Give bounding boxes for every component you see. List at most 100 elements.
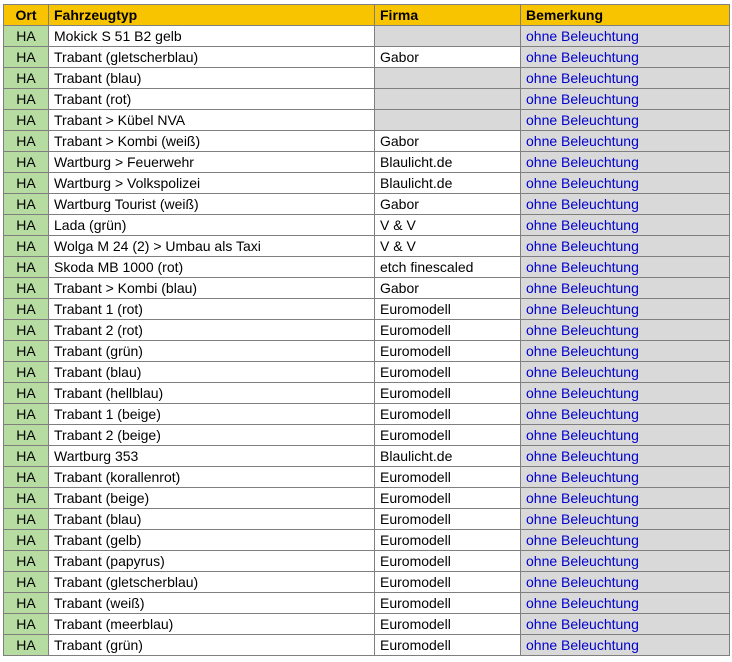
table-row: HA Trabant 2 (beige) Euromodell ohne Beleuc…	[3, 424, 730, 446]
table-row: HA Trabant (blau) Euromodell ohne Beleuchtu…	[3, 508, 730, 530]
cell-fahrzeugtyp: Trabant (korallenrot)	[48, 466, 375, 488]
cell-firma	[374, 67, 521, 89]
cell-fahrzeugtyp: Trabant 2 (beige)	[48, 424, 375, 446]
cell-fahrzeugtyp: Wartburg > Volkspolizei	[48, 172, 375, 194]
cell-bemerkung: ohne Beleuchtung	[520, 508, 730, 530]
cell-ort: HA	[3, 634, 49, 656]
cell-ort: HA	[3, 613, 49, 635]
cell-bemerkung: ohne Beleuchtung	[520, 592, 730, 614]
cell-fahrzeugtyp: Trabant (weiß)	[48, 592, 375, 614]
cell-fahrzeugtyp: Trabant (gelb)	[48, 529, 375, 551]
cell-firma: Euromodell	[374, 382, 521, 404]
cell-fahrzeugtyp: Wartburg > Feuerwehr	[48, 151, 375, 173]
cell-bemerkung: ohne Beleuchtung	[520, 256, 730, 278]
cell-fahrzeugtyp: Trabant 1 (beige)	[48, 403, 375, 425]
cell-fahrzeugtyp: Wartburg 353	[48, 445, 375, 467]
cell-fahrzeugtyp: Trabant (hellblau)	[48, 382, 375, 404]
cell-firma: Euromodell	[374, 571, 521, 593]
cell-ort: HA	[3, 466, 49, 488]
cell-firma: Euromodell	[374, 466, 521, 488]
cell-ort: HA	[3, 403, 49, 425]
header-row: Ort Fahrzeugtyp Firma Bemerkung	[3, 4, 730, 26]
cell-ort: HA	[3, 151, 49, 173]
table-row: HA Trabant (grün) Euromodell ohne Beleuchtu…	[3, 634, 730, 656]
cell-fahrzeugtyp: Trabant (grün)	[48, 634, 375, 656]
table-row: HA Wartburg Tourist (weiß) Gabor ohne Beleu…	[3, 193, 730, 215]
cell-bemerkung: ohne Beleuchtung	[520, 613, 730, 635]
cell-ort: HA	[3, 508, 49, 530]
cell-firma: Euromodell	[374, 298, 521, 320]
cell-firma: Euromodell	[374, 403, 521, 425]
table-row: HA Trabant (hellblau) Euromodell ohne Beleu…	[3, 382, 730, 404]
table-row: HA Trabant (meerblau) Euromodell ohne Beleu…	[3, 613, 730, 635]
header-firma: Firma	[374, 4, 521, 26]
cell-ort: HA	[3, 529, 49, 551]
cell-ort: HA	[3, 235, 49, 257]
cell-fahrzeugtyp: Trabant (gletscherblau)	[48, 571, 375, 593]
cell-bemerkung: ohne Beleuchtung	[520, 67, 730, 89]
cell-ort: HA	[3, 361, 49, 383]
table-row: HA Lada (grün) V & Vohne Beleuchtung	[3, 214, 730, 236]
cell-firma: Euromodell	[374, 487, 521, 509]
cell-firma: V & V	[374, 214, 521, 236]
cell-ort: HA	[3, 550, 49, 572]
cell-firma: Blaulicht.de	[374, 151, 521, 173]
cell-ort: HA	[3, 109, 49, 131]
cell-firma: Blaulicht.de	[374, 172, 521, 194]
table-header: Ort Fahrzeugtyp Firma Bemerkung	[3, 4, 730, 26]
cell-bemerkung: ohne Beleuchtung	[520, 403, 730, 425]
table-row: HA Trabant (grün) Euromodell ohne Beleuchtu…	[3, 340, 730, 362]
cell-bemerkung: ohne Beleuchtung	[520, 487, 730, 509]
cell-firma: Gabor	[374, 193, 521, 215]
cell-firma: Euromodell	[374, 319, 521, 341]
cell-ort: HA	[3, 340, 49, 362]
table-row: HA Trabant 1 (beige) Euromodell ohne Beleuc…	[3, 403, 730, 425]
cell-ort: HA	[3, 88, 49, 110]
cell-ort: HA	[3, 424, 49, 446]
cell-bemerkung: ohne Beleuchtung	[520, 361, 730, 383]
table-row: HA Trabant (korallenrot) Euromodell ohne Be…	[3, 466, 730, 488]
cell-bemerkung: ohne Beleuchtung	[520, 214, 730, 236]
table-row: HA Skoda MB 1000 (rot) etch finescaled ohne…	[3, 256, 730, 278]
table-row: HA Wolga M 24 (2) > Umbau als Taxi V & Voh…	[3, 235, 730, 257]
cell-bemerkung: ohne Beleuchtung	[520, 634, 730, 656]
cell-fahrzeugtyp: Trabant > Kombi (blau)	[48, 277, 375, 299]
cell-ort: HA	[3, 193, 49, 215]
table-row: HA Mokick S 51 B2 gelb ohne Beleuchtung	[3, 25, 730, 47]
cell-fahrzeugtyp: Trabant 1 (rot)	[48, 298, 375, 320]
cell-firma: Gabor	[374, 46, 521, 68]
table-row: HA Trabant (blau) Euromodell ohne Beleuchtu…	[3, 361, 730, 383]
cell-bemerkung: ohne Beleuchtung	[520, 235, 730, 257]
cell-bemerkung: ohne Beleuchtung	[520, 571, 730, 593]
cell-ort: HA	[3, 445, 49, 467]
cell-ort: HA	[3, 487, 49, 509]
table-row: HA Trabant (blau) ohne Beleuchtung	[3, 67, 730, 89]
table-row: HA Trabant (papyrus) Euromodell ohne Beleuc…	[3, 550, 730, 572]
table-row: HA Trabant 2 (rot) Euromodell ohne Beleucht…	[3, 319, 730, 341]
cell-firma: V & V	[374, 235, 521, 257]
cell-bemerkung: ohne Beleuchtung	[520, 88, 730, 110]
cell-firma: Euromodell	[374, 613, 521, 635]
cell-bemerkung: ohne Beleuchtung	[520, 298, 730, 320]
cell-ort: HA	[3, 46, 49, 68]
cell-firma: Euromodell	[374, 340, 521, 362]
cell-fahrzeugtyp: Trabant (blau)	[48, 508, 375, 530]
cell-firma: Euromodell	[374, 361, 521, 383]
cell-bemerkung: ohne Beleuchtung	[520, 46, 730, 68]
cell-ort: HA	[3, 277, 49, 299]
table-row: HA Trabant (beige) Euromodell ohne Beleucht…	[3, 487, 730, 509]
cell-firma: Blaulicht.de	[374, 445, 521, 467]
cell-bemerkung: ohne Beleuchtung	[520, 193, 730, 215]
table-row: HA Trabant (gletscherblau) Euromodell ohne …	[3, 571, 730, 593]
cell-firma: Euromodell	[374, 529, 521, 551]
cell-fahrzeugtyp: Trabant (meerblau)	[48, 613, 375, 635]
cell-firma	[374, 109, 521, 131]
cell-firma: Euromodell	[374, 592, 521, 614]
cell-fahrzeugtyp: Wartburg Tourist (weiß)	[48, 193, 375, 215]
cell-fahrzeugtyp: Trabant 2 (rot)	[48, 319, 375, 341]
header-fahrzeugtyp: Fahrzeugtyp	[48, 4, 375, 26]
cell-bemerkung: ohne Beleuchtung	[520, 382, 730, 404]
cell-bemerkung: ohne Beleuchtung	[520, 25, 730, 47]
cell-firma: Gabor	[374, 130, 521, 152]
cell-bemerkung: ohne Beleuchtung	[520, 172, 730, 194]
